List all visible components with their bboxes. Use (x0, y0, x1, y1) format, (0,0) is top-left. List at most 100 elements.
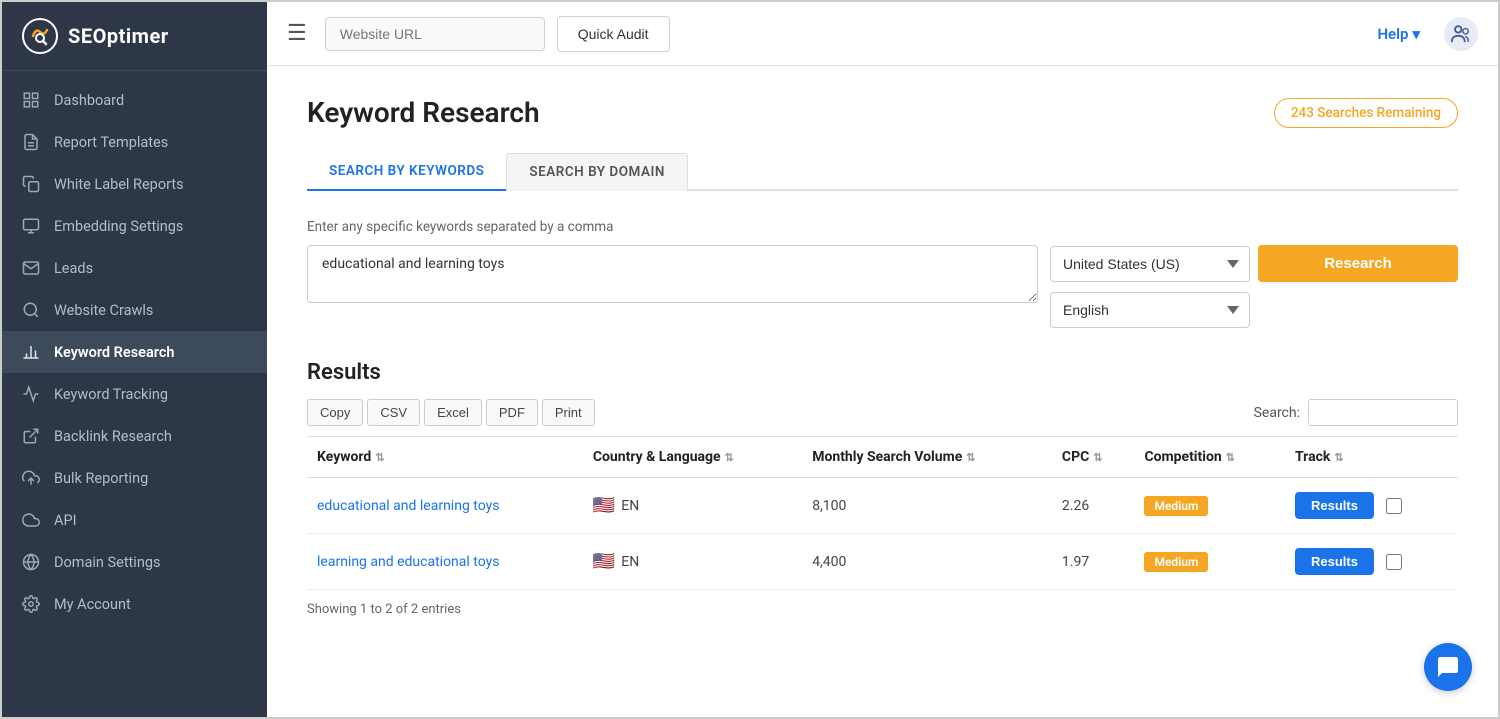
tab-search-by-domain[interactable]: SEARCH BY DOMAIN (506, 153, 688, 191)
sidebar-label-backlink-research: Backlink Research (54, 428, 172, 445)
sidebar-label-dashboard: Dashboard (54, 92, 124, 109)
chat-bubble[interactable] (1424, 643, 1472, 691)
sidebar: SEOptimer Dashboard Report Templates White… (2, 2, 267, 717)
sidebar-item-my-account[interactable]: My Account (2, 583, 267, 625)
cell-keyword-1: learning and educational toys (307, 534, 583, 590)
cell-competition-1: Medium (1134, 534, 1285, 590)
cell-lang-0: EN (621, 498, 639, 514)
tab-search-by-keywords[interactable]: SEARCH BY KEYWORDS (307, 153, 506, 191)
country-select[interactable]: United States (US)United Kingdom (GB)Aus… (1050, 246, 1250, 282)
content-header: Keyword Research 243 Searches Remaining (307, 96, 1458, 129)
sidebar-item-embedding-settings[interactable]: Embedding Settings (2, 205, 267, 247)
sidebar-item-white-label-reports[interactable]: White Label Reports (2, 163, 267, 205)
tabs: SEARCH BY KEYWORDS SEARCH BY DOMAIN (307, 153, 1458, 191)
sidebar-label-white-label-reports: White Label Reports (54, 176, 184, 193)
flag-icon-1: 🇺🇸 (593, 551, 615, 572)
results-table: Keyword ⇅Country & Language ⇅Monthly Sea… (307, 436, 1458, 590)
language-select[interactable]: EnglishSpanishFrenchGerman (1050, 292, 1250, 328)
export-btn-csv[interactable]: CSV (367, 399, 420, 426)
table-row: learning and educational toys 🇺🇸 EN 4,40… (307, 534, 1458, 590)
cell-cpc-1: 1.97 (1052, 534, 1135, 590)
results-title: Results (307, 360, 1458, 385)
keyword-textarea[interactable]: educational and learning toys (307, 245, 1038, 303)
cell-volume-0: 8,100 (802, 478, 1052, 534)
chat-icon (1436, 655, 1460, 679)
search-instruction: Enter any specific keywords separated by… (307, 219, 1458, 235)
cell-cpc-0: 2.26 (1052, 478, 1135, 534)
showing-entries-text: Showing 1 to 2 of 2 entries (307, 602, 1458, 617)
flag-icon-0: 🇺🇸 (593, 495, 615, 516)
cell-country-0: 🇺🇸 EN (583, 478, 802, 534)
col-header-track[interactable]: Track ⇅ (1285, 437, 1458, 478)
export-btn-pdf[interactable]: PDF (486, 399, 538, 426)
results-search: Search: (1254, 399, 1458, 426)
col-header-monthly_search_volume[interactable]: Monthly Search Volume ⇅ (802, 437, 1052, 478)
sidebar-nav: Dashboard Report Templates White Label Rep… (2, 71, 267, 717)
sidebar-label-keyword-tracking: Keyword Tracking (54, 386, 168, 403)
col-header-keyword[interactable]: Keyword ⇅ (307, 437, 583, 478)
track-checkbox-1[interactable] (1386, 554, 1402, 570)
cell-volume-1: 4,400 (802, 534, 1052, 590)
sidebar-item-backlink-research[interactable]: Backlink Research (2, 415, 267, 457)
sidebar-label-my-account: My Account (54, 596, 131, 613)
sidebar-label-domain-settings: Domain Settings (54, 554, 160, 571)
cell-keyword-0: educational and learning toys (307, 478, 583, 534)
hamburger-icon[interactable]: ☰ (287, 21, 307, 46)
export-btn-print[interactable]: Print (542, 399, 595, 426)
sidebar-item-website-crawls[interactable]: Website Crawls (2, 289, 267, 331)
results-table-head: Keyword ⇅Country & Language ⇅Monthly Sea… (307, 437, 1458, 478)
competition-badge-0: Medium (1144, 496, 1208, 516)
search-label: Search: (1254, 405, 1300, 421)
content-area: Keyword Research 243 Searches Remaining … (267, 66, 1498, 717)
export-btn-copy[interactable]: Copy (307, 399, 363, 426)
cell-competition-0: Medium (1134, 478, 1285, 534)
results-search-input[interactable] (1308, 399, 1458, 426)
sidebar-item-keyword-research[interactable]: Keyword Research (2, 331, 267, 373)
sidebar-logo[interactable]: SEOptimer (2, 2, 267, 71)
brand-name: SEOptimer (68, 24, 169, 48)
results-export-buttons: CopyCSVExcelPDFPrint (307, 399, 595, 426)
results-toolbar: CopyCSVExcelPDFPrint Search: (307, 399, 1458, 426)
page-title: Keyword Research (307, 96, 540, 129)
results-table-header-row: Keyword ⇅Country & Language ⇅Monthly Sea… (307, 437, 1458, 478)
track-checkbox-0[interactable] (1386, 498, 1402, 514)
quick-audit-button[interactable]: Quick Audit (557, 16, 670, 52)
cell-country-1: 🇺🇸 EN (583, 534, 802, 590)
col-header-country_language[interactable]: Country & Language ⇅ (583, 437, 802, 478)
sidebar-label-embedding-settings: Embedding Settings (54, 218, 183, 235)
user-icon (1450, 23, 1472, 45)
sidebar-item-domain-settings[interactable]: Domain Settings (2, 541, 267, 583)
sidebar-label-report-templates: Report Templates (54, 134, 168, 151)
topbar: ☰ Quick Audit Help ▾ (267, 2, 1498, 66)
cell-track-0: Results (1285, 478, 1458, 533)
searches-remaining-badge: 243 Searches Remaining (1274, 98, 1458, 128)
search-controls: United States (US)United Kingdom (GB)Aus… (1050, 245, 1458, 328)
results-btn-0[interactable]: Results (1295, 492, 1374, 519)
sidebar-label-website-crawls: Website Crawls (54, 302, 153, 319)
sidebar-item-keyword-tracking[interactable]: Keyword Tracking (2, 373, 267, 415)
main-wrapper: ☰ Quick Audit Help ▾ Keyword Research 24… (267, 2, 1498, 717)
competition-badge-1: Medium (1144, 552, 1208, 572)
sidebar-label-keyword-research: Keyword Research (54, 344, 174, 361)
sidebar-item-leads[interactable]: Leads (2, 247, 267, 289)
research-button[interactable]: Research (1258, 245, 1458, 282)
help-button[interactable]: Help ▾ (1377, 25, 1420, 43)
col-header-competition[interactable]: Competition ⇅ (1134, 437, 1285, 478)
url-input[interactable] (325, 17, 545, 51)
sidebar-label-leads: Leads (54, 260, 93, 277)
sidebar-label-api: API (54, 512, 77, 529)
table-row: educational and learning toys 🇺🇸 EN 8,10… (307, 478, 1458, 534)
sidebar-label-bulk-reporting: Bulk Reporting (54, 470, 148, 487)
seoptimer-logo-icon (22, 18, 58, 54)
export-btn-excel[interactable]: Excel (424, 399, 482, 426)
col-header-cpc[interactable]: CPC ⇅ (1052, 437, 1135, 478)
user-avatar[interactable] (1444, 17, 1478, 51)
results-btn-1[interactable]: Results (1295, 548, 1374, 575)
sidebar-item-report-templates[interactable]: Report Templates (2, 121, 267, 163)
results-table-body: educational and learning toys 🇺🇸 EN 8,10… (307, 478, 1458, 590)
cell-track-1: Results (1285, 534, 1458, 589)
cell-lang-1: EN (621, 554, 639, 570)
sidebar-item-api[interactable]: API (2, 499, 267, 541)
sidebar-item-bulk-reporting[interactable]: Bulk Reporting (2, 457, 267, 499)
sidebar-item-dashboard[interactable]: Dashboard (2, 79, 267, 121)
